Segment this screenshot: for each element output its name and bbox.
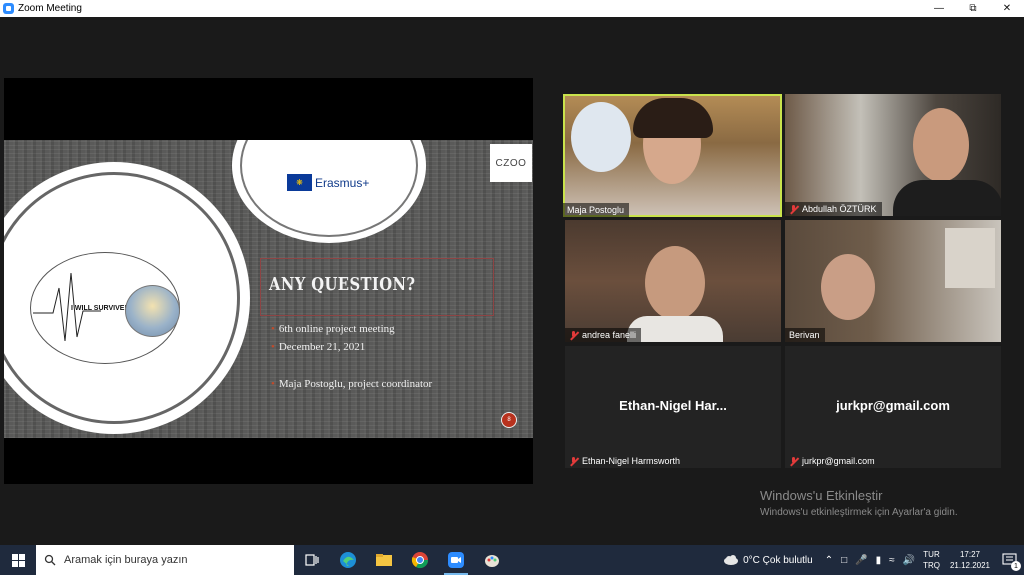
participant-shirt: [893, 180, 1001, 216]
windows-activation-watermark: Windows'u Etkinleştir Windows'u etkinleş…: [760, 488, 958, 518]
participant-name-label: Berivan: [785, 328, 825, 342]
meet-now-icon[interactable]: □: [841, 555, 847, 566]
window-title: Zoom Meeting: [18, 3, 82, 14]
participant-video: [821, 254, 875, 320]
clock-date: 21.12.2021: [949, 561, 990, 570]
bullet-text: Maja Postoglu, project coordinator: [278, 378, 433, 390]
participant-video: [645, 246, 705, 320]
participant-tile-andrea[interactable]: andrea fanelli: [565, 220, 781, 342]
close-button[interactable]: ✕: [990, 0, 1024, 17]
file-explorer-icon[interactable]: [366, 545, 402, 575]
activation-title: Windows'u Etkinleştir: [760, 488, 883, 503]
search-placeholder: Aramak için buraya yazın: [64, 554, 188, 566]
slide-bullet: • Maja Postoglu, project coordinator: [271, 378, 433, 390]
shared-screen[interactable]: I WILL SURVIVE! ❋ Erasmus+ CZOO ANY QUES…: [4, 78, 533, 484]
search-icon: [36, 554, 64, 566]
presentation-slide: I WILL SURVIVE! ❋ Erasmus+ CZOO ANY QUES…: [4, 140, 533, 438]
zoom-app-icon: [3, 3, 14, 14]
slide-bullet: • December 21, 2021: [271, 341, 366, 353]
notification-count-badge: 1: [1011, 561, 1021, 571]
edge-browser-icon[interactable]: [330, 545, 366, 575]
slide-title: ANY QUESTION?: [269, 274, 416, 295]
background-frame: [945, 228, 995, 288]
participant-name: Berivan: [789, 330, 820, 340]
battery-icon[interactable]: ▮: [876, 555, 882, 566]
participant-hair: [633, 98, 713, 138]
survive-text: I WILL SURVIVE!: [71, 305, 127, 312]
paint-app-icon[interactable]: [474, 545, 510, 575]
eu-flag-icon: ❋: [287, 174, 312, 191]
mic-muted-icon: [569, 330, 578, 340]
activation-subtitle: Windows'u etkinleştirmek için Ayarlar'a …: [760, 507, 958, 518]
participant-name-label: Maja Postoglu: [563, 203, 630, 217]
slide-bullet: • 6th online project meeting: [271, 323, 395, 335]
participant-name-label: jurkpr@gmail.com: [785, 454, 880, 468]
chevron-up-icon[interactable]: ⌃: [825, 555, 833, 566]
minimize-button[interactable]: —: [922, 0, 956, 17]
participant-video: [913, 108, 969, 182]
mic-muted-icon: [789, 204, 798, 214]
input-language-indicator[interactable]: TUR TRQ: [923, 549, 940, 571]
cloud-icon: [724, 555, 739, 565]
title-bar: Zoom Meeting — ⧉ ✕: [0, 0, 1024, 17]
participant-tile-berivan[interactable]: Berivan: [785, 220, 1001, 342]
participant-display-name: Ethan-Nigel Har...: [619, 398, 727, 413]
participant-name-label: andrea fanelli: [565, 328, 642, 342]
windows-taskbar: Aramak için buraya yazın 0°C Çok bulutlu…: [0, 545, 1024, 575]
zoom-taskbar-icon[interactable]: [438, 545, 474, 575]
notification-center-icon[interactable]: 1: [996, 545, 1024, 575]
czoo-logo-text: CZOO: [495, 157, 527, 169]
mic-muted-icon: [789, 456, 798, 466]
zoom-window: Zoom Meeting — ⧉ ✕ I WILL SURVIVE! ❋ Era…: [0, 0, 1024, 575]
start-button[interactable]: [0, 545, 36, 575]
participant-name: Maja Postoglu: [567, 205, 625, 215]
slide-page-number: 8: [501, 412, 517, 428]
participant-name: Abdullah ÖZTÜRK: [802, 204, 877, 214]
participant-shirt: [627, 316, 723, 342]
bullet-text: 6th online project meeting: [278, 323, 395, 335]
bullet-text: December 21, 2021: [278, 341, 366, 353]
windows-logo-icon: [11, 553, 25, 567]
participant-tile-jurkpr[interactable]: jurkpr@gmail.com jurkpr@gmail.com: [785, 346, 1001, 468]
background-poster: [571, 102, 631, 172]
volume-icon[interactable]: 🔊: [903, 555, 915, 566]
restore-button[interactable]: ⧉: [956, 0, 990, 17]
network-icon[interactable]: ≈: [889, 555, 895, 566]
participant-name-label: Ethan-Nigel Harmsworth: [565, 454, 685, 468]
participant-tile-abdullah[interactable]: Abdullah ÖZTÜRK: [785, 94, 1001, 216]
taskbar-search-box[interactable]: Aramak için buraya yazın: [36, 545, 294, 575]
mic-muted-icon: [569, 456, 578, 466]
weather-text: 0°C Çok bulutlu: [743, 554, 813, 566]
erasmus-logo-text: Erasmus+: [315, 176, 370, 190]
keyboard-code: TRQ: [923, 561, 940, 570]
participant-tile-maja[interactable]: Maja Postoglu: [563, 94, 782, 217]
chrome-icon[interactable]: [402, 545, 438, 575]
participant-name-label: Abdullah ÖZTÜRK: [785, 202, 882, 216]
participant-tile-ethan[interactable]: Ethan-Nigel Har... Ethan-Nigel Harmswort…: [565, 346, 781, 468]
taskbar-clock[interactable]: 17:27 21.12.2021: [950, 549, 990, 571]
task-view-icon[interactable]: [294, 545, 330, 575]
participant-name: jurkpr@gmail.com: [802, 456, 875, 466]
microphone-icon[interactable]: 🎤: [855, 555, 867, 566]
survive-illustration: [125, 285, 180, 337]
clock-time: 17:27: [959, 550, 980, 559]
participant-name: andrea fanelli: [582, 330, 637, 340]
participant-display-name: jurkpr@gmail.com: [836, 398, 950, 413]
participant-name: Ethan-Nigel Harmsworth: [582, 456, 681, 466]
weather-widget[interactable]: 0°C Çok bulutlu: [723, 554, 813, 566]
system-tray: 0°C Çok bulutlu ⌃ □ 🎤 ▮ ≈ 🔊 TUR TRQ 17:2…: [723, 545, 1024, 575]
language-code: TUR: [923, 550, 940, 559]
czoo-logo: CZOO: [490, 144, 532, 182]
